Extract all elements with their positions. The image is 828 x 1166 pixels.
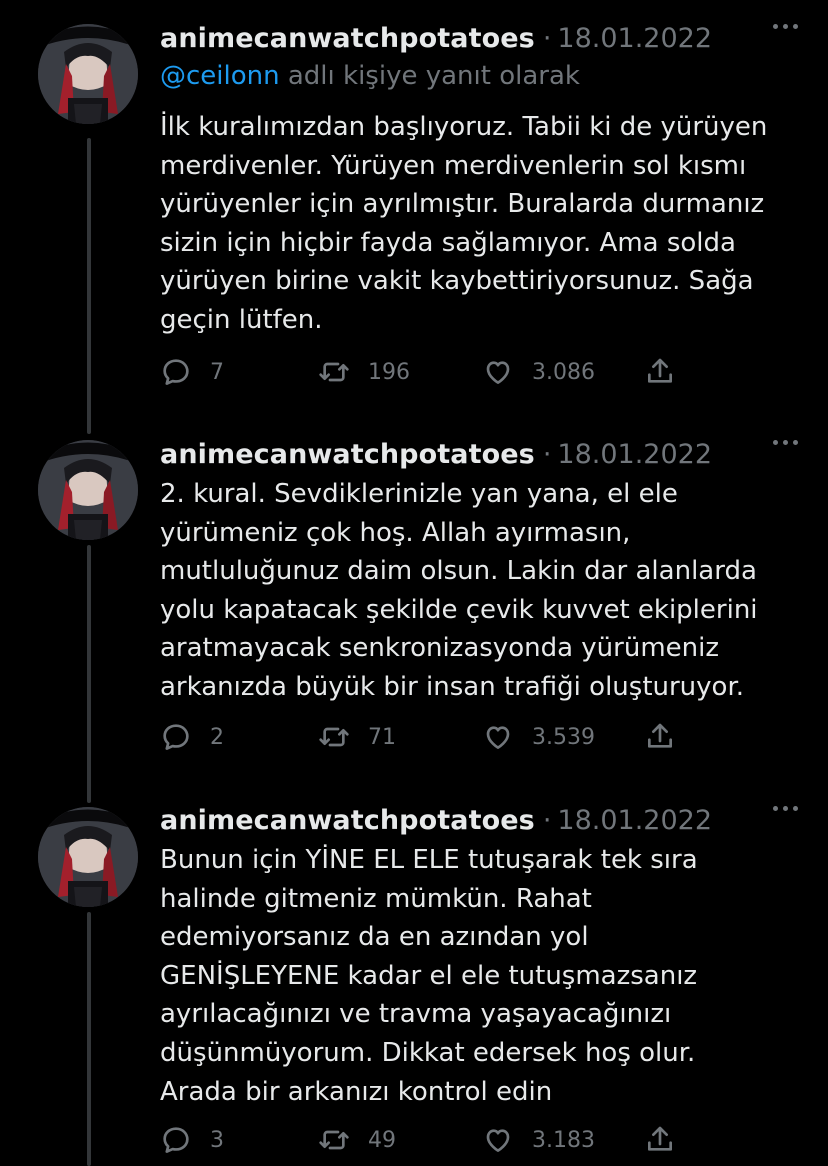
avatar-image [38, 440, 138, 540]
heart-icon [486, 1129, 510, 1152]
separator-dot: · [542, 804, 552, 836]
reply-count: 3 [210, 1127, 224, 1153]
retweet-button[interactable]: 196 [318, 352, 410, 392]
reply-context: @ceilonn adlı kişiye yanıt olarak [160, 61, 580, 91]
more-icon[interactable] [773, 806, 798, 811]
reply-button[interactable]: 2 [160, 717, 224, 757]
separator-dot: · [542, 22, 552, 54]
like-button[interactable]: 3.539 [482, 717, 595, 757]
tweet-actions: 3 49 3.183 [160, 1120, 680, 1160]
heart-icon [486, 726, 510, 749]
reply-icon [163, 724, 189, 750]
like-button[interactable]: 3.086 [482, 352, 595, 392]
tweet-text: 2. kural. Sevdiklerinizle yan yana, el e… [160, 479, 758, 702]
retweet-button[interactable]: 49 [318, 1120, 396, 1160]
tweet-date[interactable]: 18.01.2022 [557, 23, 712, 54]
tweet-actions: 2 71 3.539 [160, 717, 680, 757]
like-count: 3.539 [532, 724, 595, 750]
tweet-header: animecanwatchpotatoes · 18.01.2022 [160, 18, 798, 58]
reply-count: 7 [210, 359, 224, 385]
tweet-header: animecanwatchpotatoes · 18.01.2022 [160, 434, 798, 474]
share-button[interactable] [644, 717, 676, 757]
like-button[interactable]: 3.183 [482, 1120, 595, 1160]
share-button[interactable] [644, 1120, 676, 1160]
more-icon[interactable] [773, 24, 798, 29]
separator-dot: · [542, 438, 552, 470]
tweet-date[interactable]: 18.01.2022 [557, 805, 712, 836]
avatar[interactable] [38, 440, 138, 540]
share-icon [648, 723, 672, 748]
avatar[interactable] [38, 24, 138, 124]
username[interactable]: animecanwatchpotatoes [160, 23, 535, 54]
like-count: 3.183 [532, 1127, 595, 1153]
avatar-image [38, 807, 138, 907]
reply-count: 2 [210, 724, 224, 750]
tweet-date[interactable]: 18.01.2022 [557, 439, 712, 470]
retweet-icon [319, 727, 349, 747]
avatar-image [38, 24, 138, 124]
retweet-count: 49 [368, 1127, 396, 1153]
tweet-actions: 7 196 3.086 [160, 352, 680, 392]
thread-line [87, 545, 91, 803]
reply-button[interactable]: 7 [160, 352, 224, 392]
username[interactable]: animecanwatchpotatoes [160, 805, 535, 836]
retweet-button[interactable]: 71 [318, 717, 396, 757]
share-button[interactable] [644, 352, 676, 392]
tweet-header: animecanwatchpotatoes · 18.01.2022 [160, 800, 798, 840]
share-icon [648, 1126, 672, 1151]
retweet-count: 196 [368, 359, 410, 385]
reply-handle-link[interactable]: @ceilonn [160, 61, 280, 91]
reply-context-text: adlı kişiye yanıt olarak [279, 61, 580, 91]
avatar[interactable] [38, 807, 138, 907]
heart-icon [486, 361, 510, 384]
reply-icon [163, 1127, 189, 1153]
share-icon [648, 358, 672, 383]
username[interactable]: animecanwatchpotatoes [160, 439, 535, 470]
thread-line [87, 912, 91, 1166]
retweet-icon [319, 362, 349, 382]
like-count: 3.086 [532, 359, 595, 385]
more-icon[interactable] [773, 440, 798, 445]
thread-line [87, 138, 91, 434]
retweet-icon [319, 1130, 349, 1150]
retweet-count: 71 [368, 724, 396, 750]
tweet-text: Bunun için YİNE EL ELE tutuşarak tek sır… [160, 845, 698, 1107]
reply-button[interactable]: 3 [160, 1120, 224, 1160]
tweet-text: İlk kuralımızdan başlıyoruz. Tabii ki de… [160, 112, 768, 335]
reply-icon [163, 359, 189, 385]
